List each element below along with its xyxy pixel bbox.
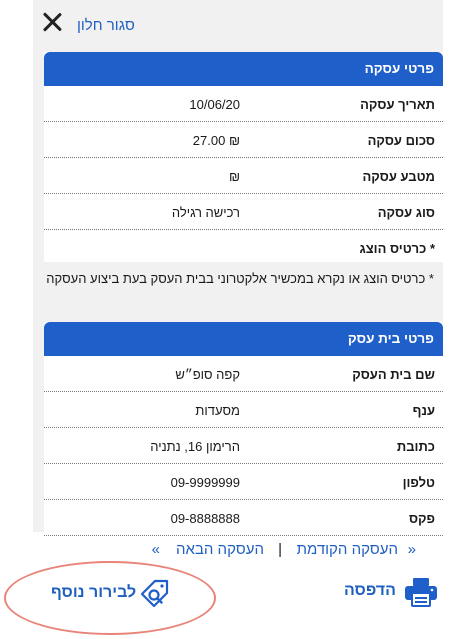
next-transaction-link[interactable]: העסקה הבאה (176, 541, 264, 558)
row-label: כתובת (396, 439, 435, 454)
transaction-row: תאריך עסקה 10/06/20 (44, 86, 443, 122)
merchant-row: ענף מסעדות (44, 392, 443, 428)
row-label: פקס (408, 511, 435, 526)
close-window-link[interactable]: סגור חלון (77, 17, 135, 34)
row-value: קפה סופ״ש (175, 367, 240, 382)
further-inquiry-label: לבירור נוסף (51, 584, 137, 601)
close-icon[interactable] (42, 12, 62, 32)
transaction-row: מטבע עסקה ₪ (44, 158, 443, 194)
row-value: 09-9999999 (170, 475, 240, 490)
merchant-row: כתובת הרימון 16, נתניה (44, 428, 443, 464)
merchant-row: שם בית העסק קפה סופ״ש (44, 356, 443, 392)
row-label: שם בית העסק (352, 367, 435, 382)
merchant-row: טלפון 09-9999999 (44, 464, 443, 500)
printer-icon (405, 578, 437, 607)
transaction-navigation: « העסקה הקודמת | העסקה הבאה » (96, 541, 416, 563)
transaction-details-header: פרטי עסקה (44, 52, 443, 86)
further-inquiry-button[interactable]: לבירור נוסף (4, 561, 216, 635)
print-label: הדפסה (344, 582, 396, 599)
row-value: ₪ 27.00 (192, 133, 240, 148)
row-value: 10/06/20 (189, 97, 240, 112)
row-label: מטבע עסקה (362, 169, 436, 184)
row-label: ענף (412, 403, 435, 418)
merchant-row: פקס 09-8888888 (44, 500, 443, 536)
merchant-details-header: פרטי בית עסק (44, 322, 443, 356)
transaction-row: סכום עסקה ₪ 27.00 (44, 122, 443, 158)
transaction-row: * כרטיס הוצג (44, 230, 443, 266)
row-value: רכישה רגילה (171, 205, 240, 220)
row-label: סכום עסקה (367, 133, 435, 148)
row-label: * כרטיס הוצג (359, 241, 436, 256)
row-value: הרימון 16, נתניה (150, 439, 240, 454)
row-value: 09-8888888 (170, 511, 240, 526)
row-label: סוג עסקה (377, 205, 435, 220)
top-bar: סגור חלון (33, 0, 443, 52)
next-arrow-icon[interactable]: » (152, 541, 160, 558)
merchant-details-card: פרטי בית עסק שם בית העסק קפה סופ״ש ענף מ… (44, 322, 443, 536)
nav-separator: | (278, 541, 282, 558)
previous-transaction-link[interactable]: העסקה הקודמת (297, 541, 398, 558)
row-value: ₪ (228, 169, 240, 184)
transaction-details-card: פרטי עסקה תאריך עסקה 10/06/20 סכום עסקה … (44, 52, 443, 266)
row-label: תאריך עסקה (360, 97, 435, 112)
print-button[interactable]: הדפסה (344, 577, 444, 607)
row-label: טלפון (402, 475, 435, 490)
prev-arrow-icon[interactable]: « (408, 541, 416, 558)
transaction-row: סוג עסקה רכישה רגילה (44, 194, 443, 230)
tag-search-icon (140, 579, 169, 608)
row-value: מסעדות (195, 403, 240, 418)
